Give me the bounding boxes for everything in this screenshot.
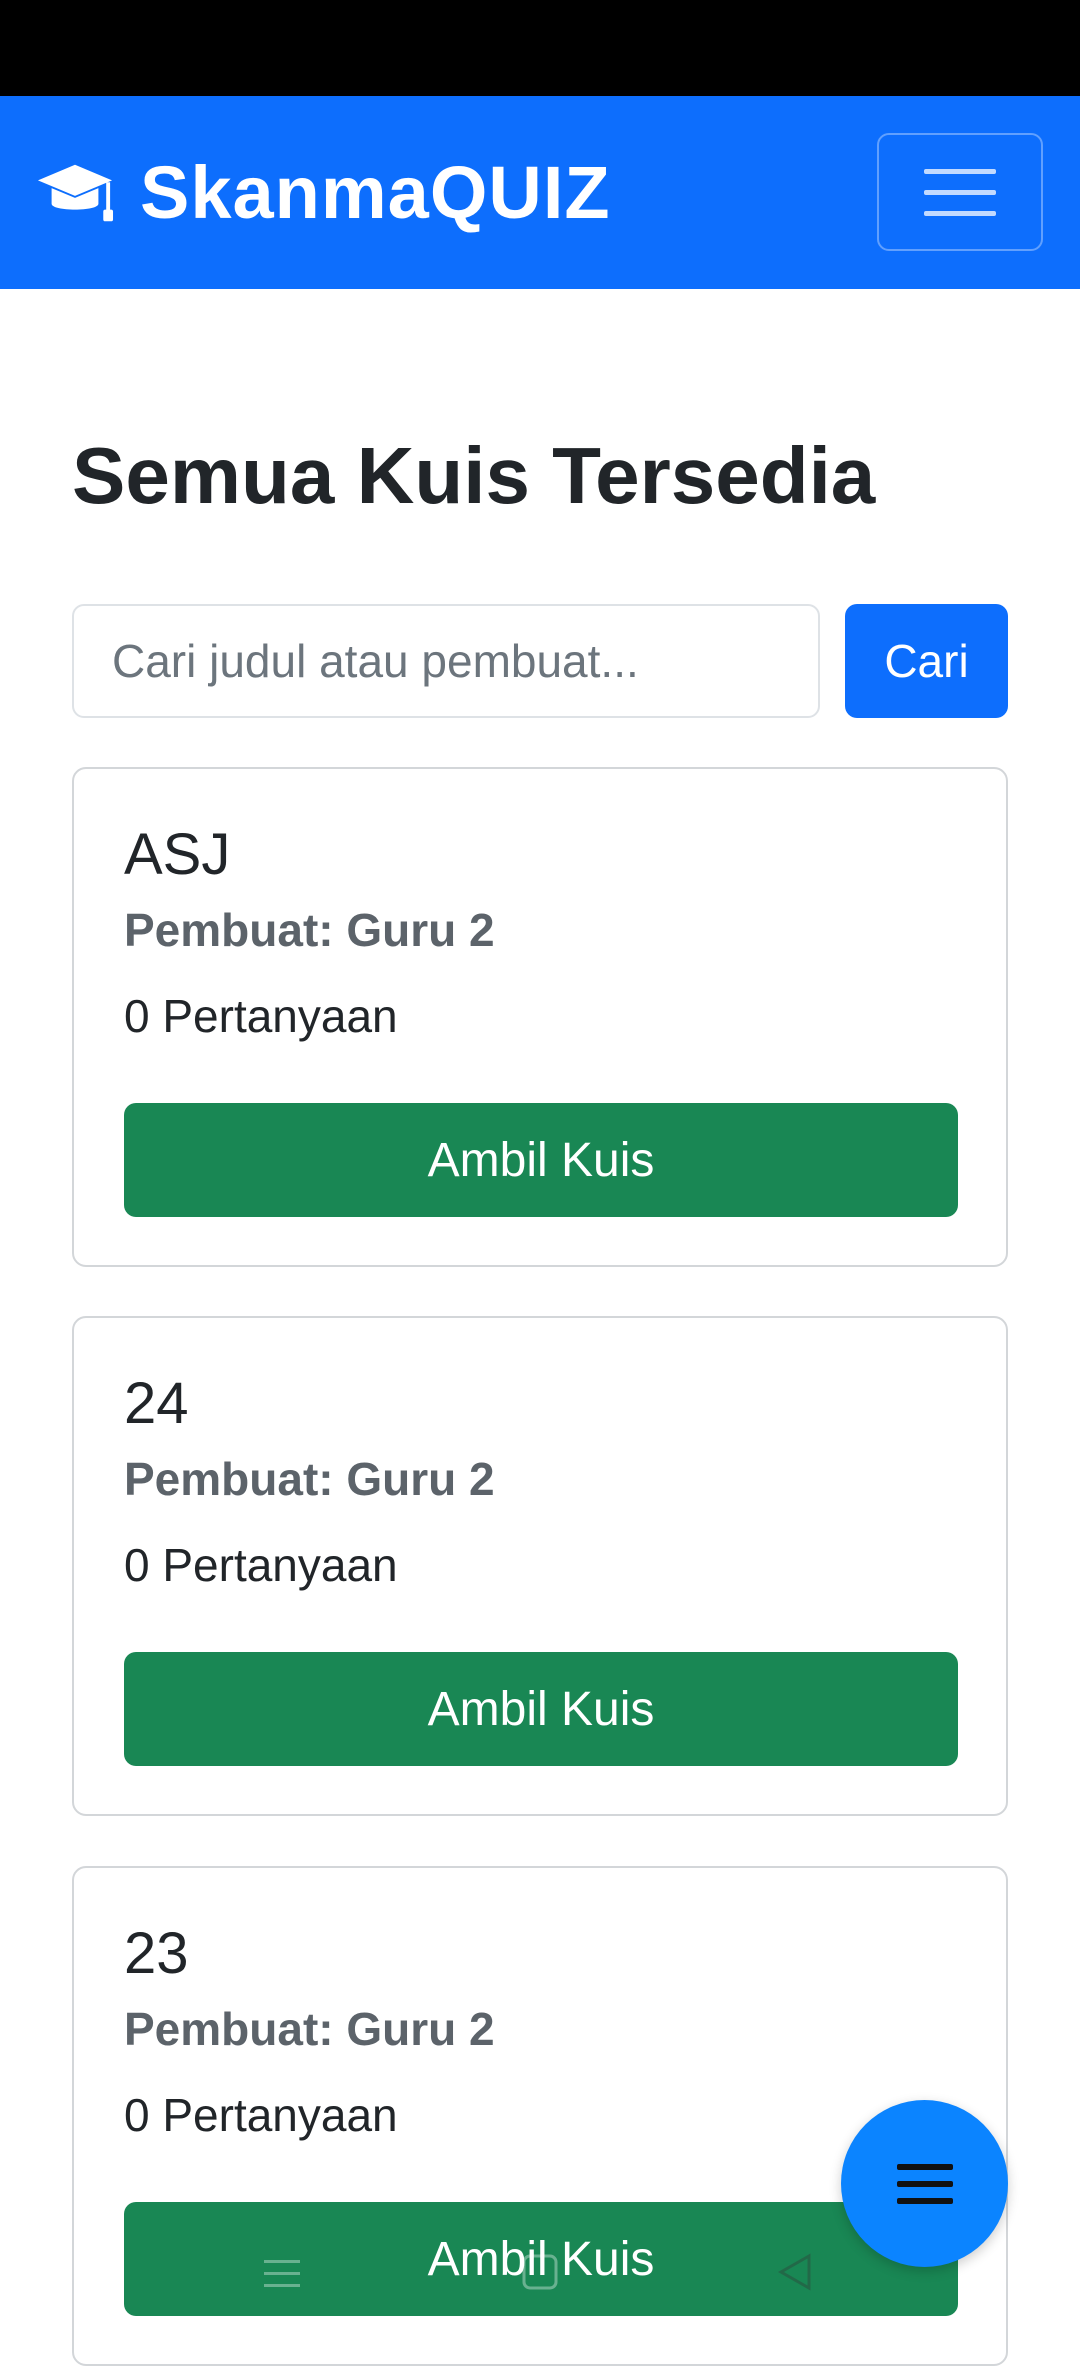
take-quiz-button[interactable]: Ambil Kuis — [124, 1652, 958, 1766]
navbar: SkanmaQUIZ — [0, 96, 1080, 289]
menu-icon — [896, 2163, 953, 2170]
search-input[interactable] — [72, 604, 820, 718]
quiz-question-count: 0 Pertanyaan — [124, 990, 398, 1042]
search-button[interactable]: Cari — [845, 604, 1008, 718]
quiz-card: 23 Pembuat: Guru 2 0 Pertanyaan Ambil Ku… — [72, 1866, 1008, 2366]
quiz-card: 24 Pembuat: Guru 2 0 Pertanyaan Ambil Ku… — [72, 1316, 1008, 1816]
status-bar — [0, 0, 1080, 96]
brand-name: SkanmaQUIZ — [140, 151, 611, 234]
quiz-creator: Pembuat: Guru 2 — [124, 904, 495, 956]
page-title: Semua Kuis Tersedia — [72, 431, 876, 520]
brand[interactable]: SkanmaQUIZ — [36, 96, 611, 289]
quiz-question-count: 0 Pertanyaan — [124, 1539, 398, 1591]
quiz-question-count: 0 Pertanyaan — [124, 2089, 398, 2141]
quiz-title: 23 — [124, 1921, 189, 1986]
take-quiz-button[interactable]: Ambil Kuis — [124, 2202, 958, 2316]
quiz-title: ASJ — [124, 822, 231, 887]
take-quiz-button[interactable]: Ambil Kuis — [124, 1103, 958, 1217]
hamburger-icon — [924, 168, 996, 174]
graduation-cap-icon — [37, 164, 114, 221]
navbar-toggler-button[interactable] — [877, 133, 1043, 251]
quiz-creator: Pembuat: Guru 2 — [124, 2003, 495, 2055]
quiz-card: ASJ Pembuat: Guru 2 0 Pertanyaan Ambil K… — [72, 767, 1008, 1267]
quiz-title: 24 — [124, 1371, 189, 1436]
quiz-creator: Pembuat: Guru 2 — [124, 1453, 495, 1505]
floating-menu-button[interactable] — [841, 2100, 1008, 2267]
